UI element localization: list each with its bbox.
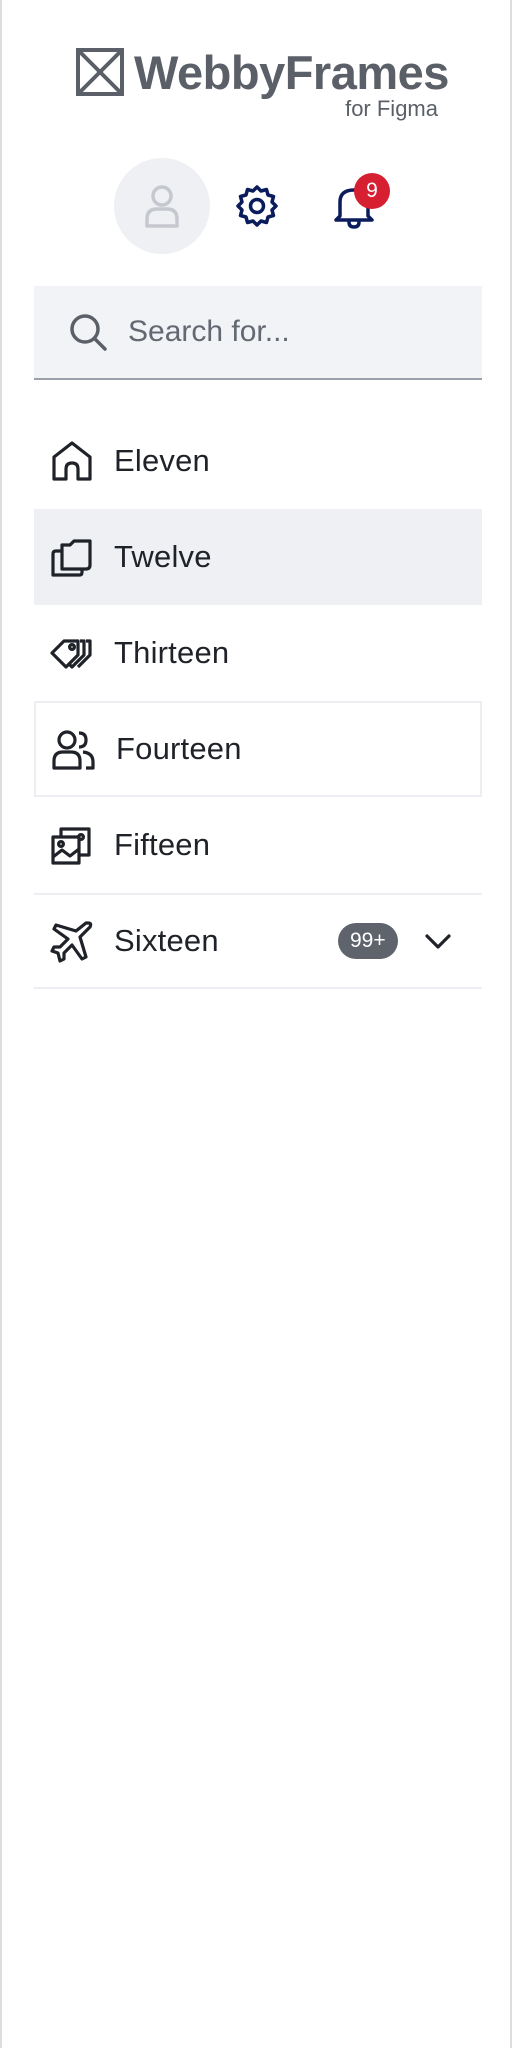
home-icon — [52, 441, 92, 481]
x-box-icon — [76, 48, 124, 96]
nav-item-eleven[interactable]: Eleven — [34, 413, 482, 509]
gear-icon[interactable] — [235, 184, 279, 228]
chevron-down-icon[interactable] — [424, 927, 452, 955]
nav-item-label: Sixteen — [114, 923, 219, 958]
count-badge: 99+ — [338, 923, 398, 959]
users-icon — [52, 730, 95, 770]
nav-item-thirteen[interactable]: Thirteen — [34, 605, 482, 701]
avatar[interactable] — [114, 158, 210, 254]
nav-item-twelve[interactable]: Twelve — [34, 509, 482, 605]
nav-item-label: Eleven — [114, 443, 210, 478]
search-input[interactable] — [128, 286, 468, 378]
header-actions: 9 — [2, 158, 512, 254]
search-box — [34, 286, 482, 380]
tags-icon — [50, 639, 92, 669]
nav-item-label: Fifteen — [114, 827, 211, 862]
sidebar-nav: Eleven Twelve Thirteen Fourteen Fifteen … — [34, 413, 482, 989]
plane-icon — [50, 921, 93, 963]
notification-count-badge: 9 — [354, 173, 390, 209]
nav-item-label: Twelve — [114, 539, 212, 574]
nav-item-sixteen[interactable]: Sixteen 99+ — [34, 893, 482, 989]
brand-name: WebbyFrames — [134, 46, 449, 99]
nav-item-label: Thirteen — [114, 635, 230, 670]
sidebar: WebbyFrames for Figma 9 Search for... El… — [0, 0, 512, 2048]
user-icon — [145, 185, 179, 228]
search-icon — [70, 314, 107, 351]
nav-item-label: Fourteen — [116, 731, 242, 766]
images-icon — [51, 827, 91, 865]
brand-subtitle: for Figma — [345, 96, 438, 121]
brand-logo[interactable]: WebbyFrames for Figma — [76, 46, 449, 124]
nav-item-fifteen[interactable]: Fifteen — [34, 797, 482, 893]
folders-icon — [51, 539, 92, 577]
nav-item-fourteen[interactable]: Fourteen — [34, 701, 482, 797]
